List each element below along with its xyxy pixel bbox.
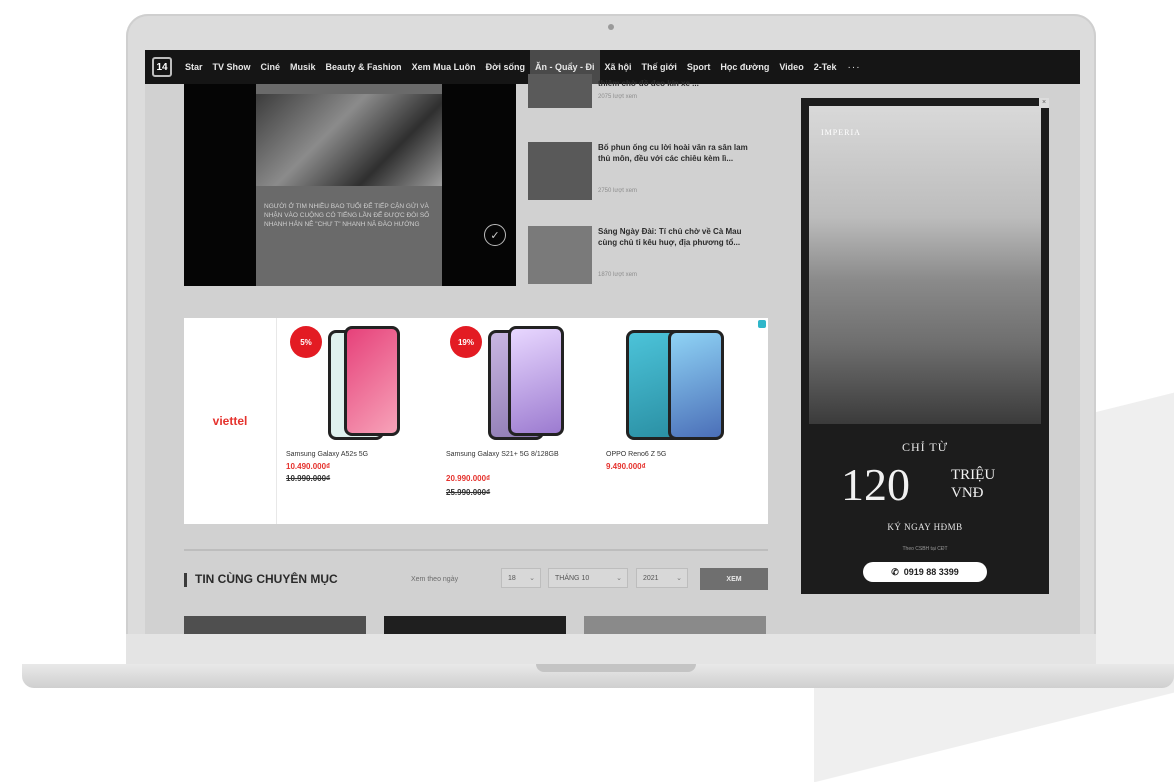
ad-logo: IMPERIA bbox=[821, 128, 861, 137]
nav-item-doi-song[interactable]: Đời sống bbox=[481, 50, 530, 84]
related-thumbnail[interactable] bbox=[584, 616, 766, 634]
date-filter-label: Xem theo ngày bbox=[411, 576, 459, 583]
video-caption: NGƯỜI Ở TIM NHIỀU BAO TUỔI ĐỂ TIẾP CẬN G… bbox=[264, 203, 430, 228]
more-menu-icon[interactable]: ··· bbox=[842, 62, 867, 73]
ad-price-amount: 120 bbox=[841, 459, 910, 510]
nav-item-video[interactable]: Video bbox=[774, 50, 808, 84]
list-item[interactable]: thiêm chờ đồ đeo kín xe ... 2075 lượt xe… bbox=[528, 74, 758, 138]
year-select[interactable]: 2021 ⌄ bbox=[636, 568, 688, 588]
related-thumbnail[interactable] bbox=[184, 616, 366, 634]
day-select[interactable]: 18 ⌄ bbox=[501, 568, 541, 588]
product-price: 9.490.000₫ bbox=[606, 462, 646, 471]
month-select[interactable]: THÁNG 10 ⌄ bbox=[548, 568, 628, 588]
camera-icon bbox=[608, 24, 614, 30]
product-image: 5% bbox=[290, 326, 416, 444]
related-thumbnail[interactable] bbox=[384, 616, 566, 634]
close-icon[interactable]: × bbox=[1039, 98, 1049, 108]
list-item[interactable]: Bố phun ống cu lời hoài văn ra sân lam t… bbox=[528, 142, 758, 206]
news-thumbnail bbox=[528, 226, 592, 284]
product-card[interactable]: 5% Samsung Galaxy A52s 5G 10.490.000₫ 10… bbox=[276, 318, 436, 524]
ad-price-prefix: CHỈ TỪ bbox=[901, 440, 949, 454]
section-divider bbox=[184, 549, 768, 551]
chevron-down-icon: ⌄ bbox=[676, 575, 682, 582]
ad-unit-line1: TRIỆU bbox=[951, 467, 996, 483]
product-name[interactable]: Samsung Galaxy A52s 5G bbox=[286, 450, 426, 460]
product-card[interactable]: 19% Samsung Galaxy S21+ 5G 8/128GB 20.99… bbox=[436, 318, 596, 524]
ad-phone-number: 0919 88 3399 bbox=[903, 567, 959, 577]
product-old-price: 10.990.000₫ bbox=[286, 474, 331, 483]
discount-badge: 19% bbox=[450, 326, 482, 358]
ad-photo bbox=[809, 106, 1041, 424]
news-meta: 1870 lượt xem bbox=[598, 272, 637, 278]
product-ad[interactable]: viettel 5% Samsung Galaxy A52s 5G 10.490… bbox=[184, 318, 768, 524]
news-meta: 2750 lượt xem bbox=[598, 188, 637, 194]
product-card[interactable]: OPPO Reno6 Z 5G 9.490.000₫ bbox=[596, 318, 756, 524]
nav-item-beauty-fashion[interactable]: Beauty & Fashion bbox=[321, 50, 407, 84]
section-marker bbox=[184, 573, 187, 587]
ad-phone-button[interactable]: ✆ 0919 88 3399 bbox=[863, 562, 987, 582]
video-thumbnail bbox=[256, 94, 442, 186]
product-name[interactable]: OPPO Reno6 Z 5G bbox=[606, 450, 746, 460]
featured-video[interactable]: NGƯỜI Ở TIM NHIỀU BAO TUỔI ĐỂ TIẾP CẬN G… bbox=[184, 84, 516, 286]
view-button[interactable]: XEM bbox=[700, 568, 768, 590]
news-thumbnail bbox=[528, 74, 592, 108]
product-price: 10.490.000₫ bbox=[286, 462, 331, 471]
nav-item-tv-show[interactable]: TV Show bbox=[208, 50, 256, 84]
discount-badge: 5% bbox=[290, 326, 322, 358]
product-image bbox=[618, 326, 736, 444]
news-title[interactable]: Sáng Ngày Đài: Tí chủ chờ về Cà Mau cùng… bbox=[598, 226, 748, 248]
news-meta: 2075 lượt xem bbox=[598, 94, 637, 100]
news-title[interactable]: thiêm chờ đồ đeo kín xe ... bbox=[598, 78, 748, 89]
month-value: THÁNG 10 bbox=[555, 574, 590, 582]
day-value: 18 bbox=[508, 574, 516, 582]
brand-logo: viettel bbox=[212, 414, 248, 428]
product-old-price: 25.990.000₫ bbox=[446, 488, 491, 497]
laptop-bezel bbox=[126, 634, 1096, 664]
product-name[interactable]: Samsung Galaxy S21+ 5G 8/128GB bbox=[446, 450, 586, 460]
adchoices-icon[interactable] bbox=[758, 320, 766, 328]
list-item[interactable]: Sáng Ngày Đài: Tí chủ chờ về Cà Mau cùng… bbox=[528, 226, 758, 290]
news-title[interactable]: Bố phun ống cu lời hoài văn ra sân lam t… bbox=[598, 142, 748, 164]
nav-item-2-tek[interactable]: 2-Tek bbox=[809, 50, 842, 84]
sidebar-ad[interactable]: IMPERIA CHỈ TỪ 120 TRIỆU VNĐ KÝ NGAY HĐM… bbox=[801, 98, 1049, 594]
ad-subtitle: KÝ NGAY HĐMB bbox=[887, 522, 963, 532]
nav-item-xem-mua-luon[interactable]: Xem Mua Luôn bbox=[407, 50, 481, 84]
product-image: 19% bbox=[450, 326, 576, 444]
nav-item-musik[interactable]: Musik bbox=[285, 50, 321, 84]
chevron-down-icon: ⌄ bbox=[529, 575, 535, 582]
ad-brand[interactable]: viettel bbox=[184, 318, 277, 524]
product-price: 20.990.000₫ bbox=[446, 474, 491, 483]
phone-icon: ✆ bbox=[891, 566, 899, 577]
ad-price-unit: TRIỆU VNĐ bbox=[951, 466, 995, 502]
year-value: 2021 bbox=[643, 574, 659, 582]
laptop-notch bbox=[536, 664, 696, 672]
laptop-screen: 14 Star TV Show Ciné Musik Beauty & Fash… bbox=[145, 50, 1080, 634]
ad-fineprint: Theo CSBH tại CĐT bbox=[902, 546, 948, 552]
nav-item-cine[interactable]: Ciné bbox=[256, 50, 286, 84]
play-icon[interactable]: ✓ bbox=[484, 224, 506, 246]
nav-item-star[interactable]: Star bbox=[180, 50, 208, 84]
chevron-down-icon: ⌄ bbox=[616, 575, 622, 582]
news-thumbnail bbox=[528, 142, 592, 200]
site-logo[interactable]: 14 bbox=[152, 57, 172, 77]
ad-unit-line2: VNĐ bbox=[951, 485, 984, 501]
section-title: TIN CÙNG CHUYÊN MỤC bbox=[195, 572, 338, 586]
